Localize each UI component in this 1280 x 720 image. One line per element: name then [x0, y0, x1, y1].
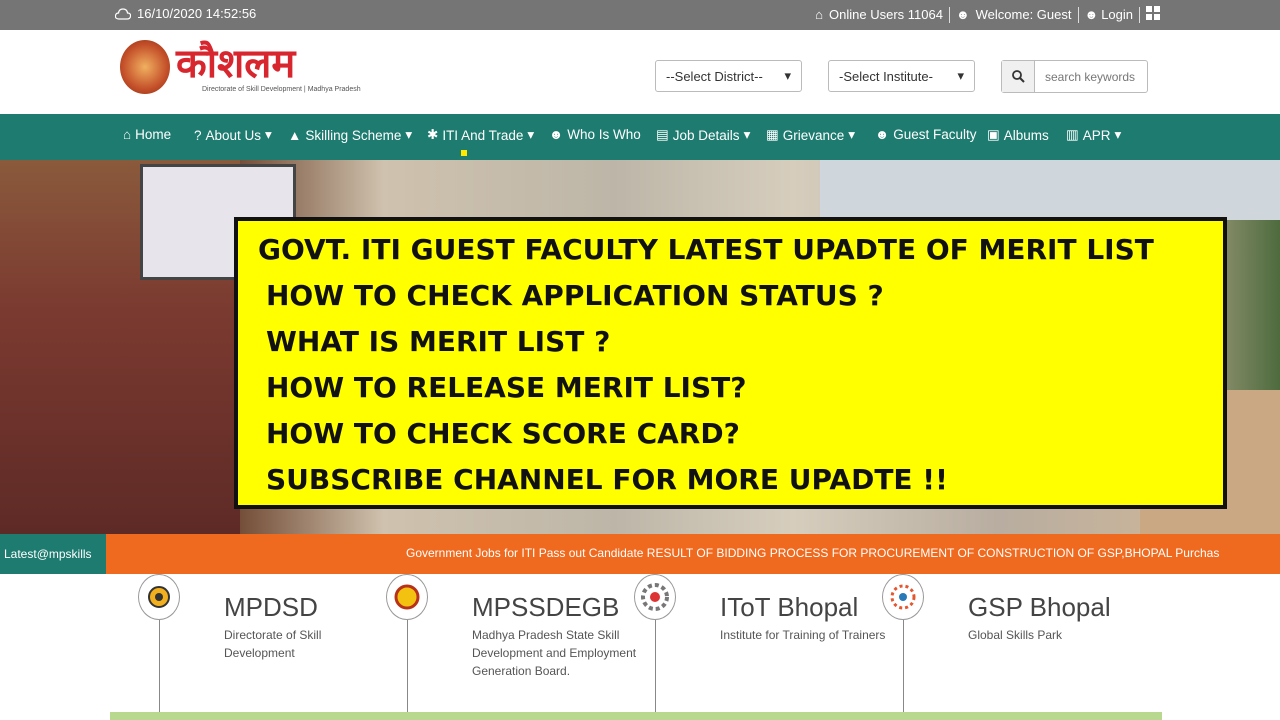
divider [1077, 6, 1079, 23]
datetime-text: 16/10/2020 14:52:56 [137, 6, 257, 21]
itot-logo-icon [634, 574, 676, 620]
nav-iti-and-trade[interactable]: ✱ ITI And Trade ▾ [427, 127, 534, 143]
nav-apr[interactable]: ▥ APR ▾ [1066, 127, 1121, 143]
overlay-headline: GOVT. ITI GUEST FACULTY LATEST UPADTE OF… [258, 233, 1154, 266]
search-button[interactable] [1002, 61, 1035, 92]
district-select-value: --Select District-- [666, 68, 763, 84]
overlay-line: HOW TO CHECK SCORE CARD? [266, 417, 740, 450]
site-logo[interactable]: कौशलम Directorate of Skill Development |… [120, 40, 361, 94]
caret-icon: ▾ [405, 127, 413, 142]
nav-label: About Us [205, 127, 262, 143]
users-icon: ☻ [1084, 7, 1099, 22]
nav-label: Skilling Scheme [305, 127, 402, 143]
image-icon: ▣ [987, 127, 1000, 142]
table-icon: ▦ [766, 127, 779, 142]
site-header: कौशलम Directorate of Skill Development |… [0, 30, 1280, 114]
news-ticker: Latest@mpskills Government Jobs for ITI … [0, 534, 1280, 574]
active-indicator [461, 150, 467, 156]
nav-guest-faculty[interactable]: ☻ Guest Faculty [875, 127, 977, 142]
login-label: Login [1101, 7, 1133, 22]
org-desc: Institute for Training of Trainers [720, 628, 886, 642]
org-name: GSP Bhopal [968, 592, 1111, 622]
org-desc: Global Skills Park [968, 628, 1063, 642]
search-icon [1011, 70, 1025, 83]
org-desc: Directorate of Skill Development [224, 628, 322, 660]
nav-grievance[interactable]: ▦ Grievance ▾ [766, 127, 855, 143]
graduation-cap-icon: ▲ [288, 127, 302, 143]
nav-label: Albums [1003, 127, 1049, 143]
org-name: IToT Bhopal [720, 592, 859, 622]
institute-select[interactable]: -Select Institute- ▾ [828, 60, 975, 92]
gear-logo-icon [138, 574, 180, 620]
question-icon: ? [194, 127, 202, 143]
nav-who-is-who[interactable]: ☻ Who Is Who [549, 127, 641, 142]
search-box: search keywords [1001, 60, 1148, 93]
top-bar: 16/10/2020 14:52:56 ⌂ Online Users 11064… [0, 0, 1280, 30]
divider [1139, 6, 1140, 23]
sky-background [820, 160, 1280, 220]
nav-job-details[interactable]: ▤ Job Details ▾ [656, 127, 750, 143]
caret-icon: ▾ [265, 127, 272, 142]
divider [903, 620, 904, 712]
users-icon: ☻ [549, 127, 564, 142]
document-icon: ▤ [656, 127, 669, 142]
organizations-section: MPDSD Directorate of Skill Development M… [0, 574, 1280, 720]
gear-icon: ✱ [427, 127, 439, 142]
caret-icon: ▾ [1114, 127, 1122, 142]
welcome-text: Welcome: Guest [975, 7, 1072, 22]
main-nav: ⌂ Home ? About Us ▾ ▲ Skilling Scheme ▾ ✱ ITI … [0, 114, 1280, 160]
merit-list-overlay: GOVT. ITI GUEST FACULTY LATEST UPADTE OF… [234, 217, 1227, 509]
divider [159, 620, 160, 712]
divider [655, 620, 656, 712]
chevron-down-icon: ▾ [784, 68, 791, 83]
district-select[interactable]: --Select District-- ▾ [655, 60, 802, 92]
caret-icon: ▾ [743, 127, 751, 142]
logo-title: कौशलम [176, 39, 296, 87]
nav-label: APR [1082, 127, 1111, 143]
nav-skilling-scheme[interactable]: ▲ Skilling Scheme ▾ [288, 127, 412, 143]
divider [948, 6, 950, 23]
ticker-label: Latest@mpskills [0, 534, 106, 574]
nav-label: Guest Faculty [893, 127, 977, 142]
overlay-line: HOW TO CHECK APPLICATION STATUS ? [266, 279, 884, 312]
caret-icon: ▾ [848, 127, 856, 142]
divider [407, 620, 408, 712]
institute-select-value: -Select Institute- [839, 68, 933, 84]
mp-emblem-icon [120, 40, 170, 94]
board-logo-icon [386, 574, 428, 620]
grid-icon[interactable] [1146, 6, 1160, 23]
nav-label: Home [135, 127, 172, 142]
org-name: MPDSD [224, 592, 318, 622]
org-name: MPSSDEGB [472, 592, 620, 622]
org-desc: Madhya Pradesh State Skill Development a… [472, 628, 637, 678]
overlay-line: SUBSCRIBE CHANNEL FOR MORE UPADTE !! [266, 463, 948, 496]
overlay-line: WHAT IS MERIT LIST ? [266, 325, 611, 358]
caret-icon: ▾ [527, 127, 535, 142]
ticker-news[interactable]: Government Jobs for ITI Pass out Candida… [406, 546, 1219, 560]
datetime: 16/10/2020 14:52:56 [115, 6, 256, 21]
nav-label: Grievance [782, 127, 845, 143]
nav-label: Job Details [672, 127, 740, 143]
overlay-line: HOW TO RELEASE MERIT LIST? [266, 371, 747, 404]
online-users: Online Users 11064 [829, 7, 943, 22]
search-input[interactable]: search keywords [1035, 61, 1135, 92]
nav-label: Who Is Who [567, 127, 641, 142]
home-icon: ⌂ [815, 7, 824, 22]
book-icon: ▥ [1066, 127, 1079, 142]
logo-subtitle: Directorate of Skill Development | Madhy… [202, 85, 361, 93]
user-icon: ☻ [955, 7, 970, 22]
cloud-icon [115, 7, 131, 20]
footer-accent-bar [110, 712, 1162, 720]
nav-about-us[interactable]: ? About Us ▾ [194, 127, 272, 143]
home-icon: ⌂ [123, 127, 132, 142]
gsp-logo-icon [882, 574, 924, 620]
chevron-down-icon: ▾ [957, 68, 964, 83]
nav-albums[interactable]: ▣ Albums [987, 127, 1049, 143]
nav-home[interactable]: ⌂ Home [123, 127, 171, 142]
login-link[interactable]: ☻ Login [1085, 7, 1134, 22]
user-icon: ☻ [875, 127, 890, 142]
nav-label: ITI And Trade [442, 127, 524, 143]
